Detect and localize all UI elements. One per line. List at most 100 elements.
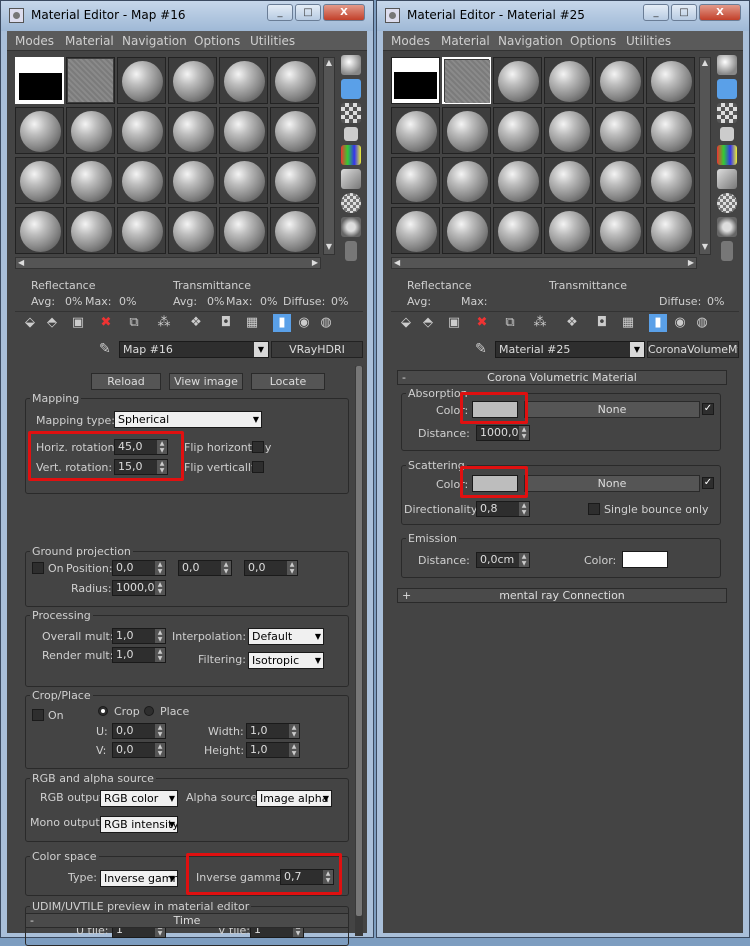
- slots-vertical-scrollbar[interactable]: ▲ ▼: [323, 57, 335, 255]
- sample-slot[interactable]: [646, 57, 695, 104]
- place-radio[interactable]: [144, 706, 154, 716]
- sample-slot[interactable]: [646, 107, 695, 154]
- time-rollout-header[interactable]: - Time: [25, 913, 349, 928]
- crop-on-checkbox[interactable]: [32, 709, 44, 721]
- sample-slot[interactable]: [646, 207, 695, 254]
- sample-slot[interactable]: [442, 207, 491, 254]
- sample-slot[interactable]: [442, 157, 491, 204]
- sample-slot[interactable]: [646, 157, 695, 204]
- slots-horizontal-scrollbar[interactable]: ◀ ▶: [391, 257, 697, 269]
- make-preview-icon[interactable]: [341, 169, 361, 189]
- sample-type-icon[interactable]: [717, 55, 737, 75]
- spinner-arrows-icon[interactable]: ▲▼: [287, 561, 297, 575]
- reset-icon[interactable]: ✖: [473, 314, 491, 332]
- sample-slot[interactable]: [66, 157, 115, 204]
- absorption-map-button[interactable]: None: [524, 401, 700, 418]
- ground-on-checkbox[interactable]: [32, 562, 44, 574]
- make-unique-icon[interactable]: ⁂: [531, 314, 549, 332]
- sample-slot[interactable]: [493, 57, 542, 104]
- sample-slot[interactable]: [595, 57, 644, 104]
- sample-slot[interactable]: [219, 107, 268, 154]
- sample-slot[interactable]: [391, 157, 440, 204]
- sample-slot[interactable]: [270, 107, 319, 154]
- spinner-arrows-icon[interactable]: ▲▼: [519, 426, 529, 440]
- menu-material[interactable]: Material: [65, 34, 114, 48]
- directionality-spinner[interactable]: 0,8 ▲ ▼: [476, 501, 530, 517]
- position-x-spinner[interactable]: 0,0 ▲ ▼: [112, 560, 166, 576]
- slots-vertical-scrollbar[interactable]: ▲ ▼: [699, 57, 711, 255]
- sample-slot[interactable]: [270, 157, 319, 204]
- sample-type-icon[interactable]: [341, 55, 361, 75]
- corona-volumetric-rollout-header[interactable]: - Corona Volumetric Material: [397, 370, 727, 385]
- spinner-arrows-icon[interactable]: ▲▼: [155, 648, 165, 662]
- menu-navigation[interactable]: Navigation: [498, 34, 563, 48]
- put-to-scene-icon[interactable]: ⬘: [43, 314, 61, 332]
- scroll-left-icon[interactable]: ◀: [394, 258, 400, 267]
- sample-slot[interactable]: [544, 207, 593, 254]
- sample-slot[interactable]: [168, 107, 217, 154]
- sample-slot[interactable]: [544, 157, 593, 204]
- menu-modes[interactable]: Modes: [391, 34, 430, 48]
- scroll-right-icon[interactable]: ▶: [312, 258, 318, 267]
- maximize-button[interactable]: □: [295, 4, 321, 21]
- put-to-library-icon[interactable]: ❖: [187, 314, 205, 332]
- sample-slot[interactable]: [15, 157, 64, 204]
- show-end-result-icon[interactable]: ▮: [649, 314, 667, 332]
- single-bounce-checkbox[interactable]: [588, 503, 600, 515]
- sample-slot[interactable]: [391, 57, 440, 104]
- scroll-thumb[interactable]: [356, 366, 362, 916]
- sample-slot[interactable]: [168, 207, 217, 254]
- material-id-icon[interactable]: ◘: [217, 314, 235, 332]
- make-preview-icon[interactable]: [717, 169, 737, 189]
- material-id-icon[interactable]: ◘: [593, 314, 611, 332]
- copy-material-icon[interactable]: ⧉: [501, 314, 519, 332]
- locate-button[interactable]: Locate: [251, 373, 325, 390]
- width-spinner[interactable]: 1,0 ▲ ▼: [246, 723, 300, 739]
- background-icon[interactable]: [341, 103, 361, 123]
- assign-to-selection-icon[interactable]: ▣: [69, 314, 87, 332]
- alpha-source-dropdown[interactable]: Image alpha ▼: [256, 790, 332, 807]
- close-button[interactable]: X: [699, 4, 741, 21]
- view-image-button[interactable]: View image: [169, 373, 243, 390]
- mono-output-dropdown[interactable]: RGB intensity ▼: [100, 816, 178, 833]
- sample-uv-tiling-icon[interactable]: [344, 127, 358, 141]
- sample-slot[interactable]: [66, 57, 115, 104]
- absorption-distance-spinner[interactable]: 1000,0cm ▲ ▼: [476, 425, 530, 441]
- sample-slot[interactable]: [117, 207, 166, 254]
- sample-slot[interactable]: [219, 207, 268, 254]
- menu-material[interactable]: Material: [441, 34, 490, 48]
- sample-slot[interactable]: [168, 57, 217, 104]
- sample-slot[interactable]: [117, 157, 166, 204]
- scroll-down-icon[interactable]: ▼: [700, 242, 710, 254]
- sample-slot[interactable]: [15, 57, 64, 104]
- show-shaded-icon[interactable]: ▦: [243, 314, 261, 332]
- material-name-field[interactable]: Material #25 ▼: [495, 341, 645, 358]
- spinner-arrows-icon[interactable]: ▲▼: [155, 629, 165, 643]
- scattering-map-button[interactable]: None: [524, 475, 700, 492]
- select-by-material-icon[interactable]: [717, 217, 737, 237]
- render-mult-spinner[interactable]: 1,0 ▲ ▼: [112, 647, 166, 663]
- sample-slot[interactable]: [219, 157, 268, 204]
- close-button[interactable]: X: [323, 4, 365, 21]
- options-icon[interactable]: [341, 193, 361, 213]
- eyedropper-icon[interactable]: ✎: [475, 341, 487, 357]
- video-color-check-icon[interactable]: [341, 145, 361, 165]
- show-shaded-icon[interactable]: ▦: [619, 314, 637, 332]
- go-forward-sibling-icon[interactable]: ◍: [693, 314, 711, 332]
- sample-slot[interactable]: [595, 107, 644, 154]
- position-z-spinner[interactable]: 0,0 ▲ ▼: [244, 560, 298, 576]
- rgb-output-dropdown[interactable]: RGB color ▼: [100, 790, 178, 807]
- chevron-down-icon[interactable]: ▼: [630, 342, 644, 357]
- crop-radio[interactable]: [98, 706, 108, 716]
- spinner-arrows-icon[interactable]: ▲▼: [519, 553, 529, 567]
- sample-slot[interactable]: [595, 157, 644, 204]
- sample-slot[interactable]: [15, 207, 64, 254]
- material-type-button[interactable]: CoronaVolumeMtl: [647, 341, 739, 358]
- scroll-right-icon[interactable]: ▶: [688, 258, 694, 267]
- height-spinner[interactable]: 1,0 ▲ ▼: [246, 742, 300, 758]
- sample-slot[interactable]: [493, 207, 542, 254]
- reset-icon[interactable]: ✖: [97, 314, 115, 332]
- u-spinner[interactable]: 0,0 ▲ ▼: [112, 723, 166, 739]
- sample-slot[interactable]: [391, 107, 440, 154]
- scroll-down-icon[interactable]: ▼: [324, 242, 334, 254]
